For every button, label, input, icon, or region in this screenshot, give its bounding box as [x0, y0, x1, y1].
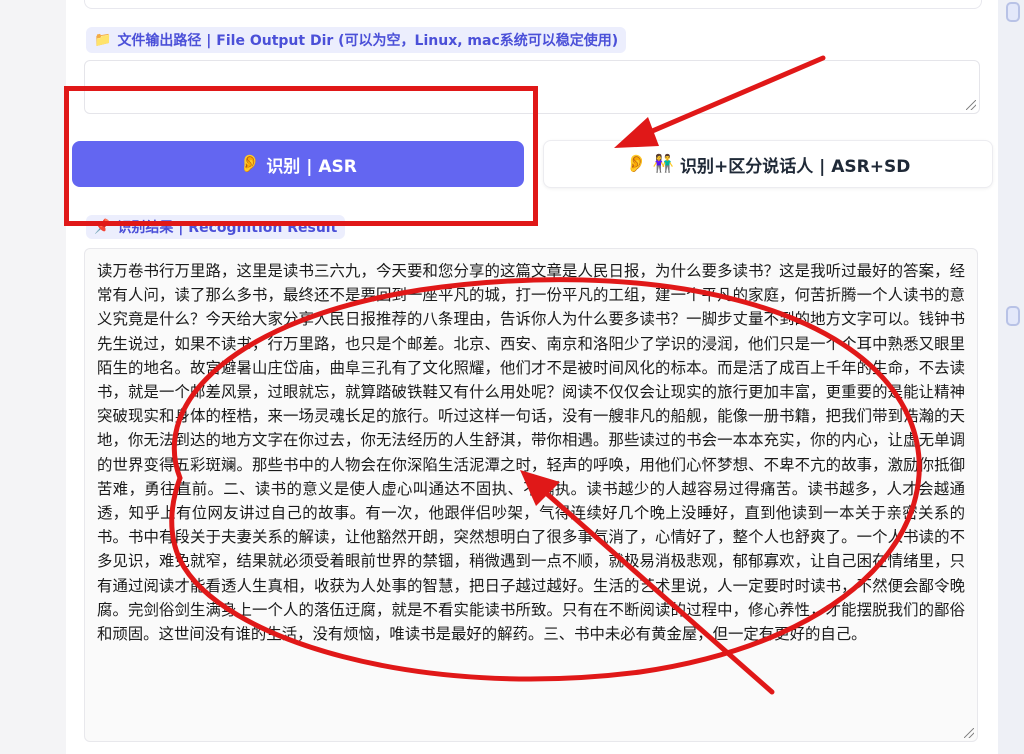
right-edge-rail [998, 0, 1024, 754]
ear-icon: 👂 [625, 154, 647, 174]
resize-handle-icon[interactable] [964, 728, 974, 738]
previous-field-edge [84, 0, 982, 9]
result-label: 📌 识别结果 | Recognition Result [86, 215, 346, 239]
file-output-label: 📁 文件输出路径 | File Output Dir (可以为空，Linux, … [86, 27, 627, 53]
pushpin-icon: 📌 [94, 219, 112, 235]
ear-icon: 👂 [239, 154, 261, 174]
recognition-result-textarea[interactable]: 读万卷书行万里路，这里是读书三六九，今天要和您分享的这篇文章是人民日报，为什么要… [84, 248, 978, 742]
resize-handle-icon[interactable] [966, 100, 976, 110]
asr-button[interactable]: 👂 识别 | ASR [72, 141, 524, 187]
rail-marker-icon [1006, 306, 1020, 326]
recognition-result-text: 读万卷书行万里路，这里是读书三六九，今天要和您分享的这篇文章是人民日报，为什么要… [97, 262, 965, 644]
asr-sd-button[interactable]: 👂 👫 识别+区分说话人 | ASR+SD [543, 140, 993, 188]
folder-icon: 📁 [94, 32, 112, 48]
rail-marker-icon [1006, 2, 1020, 22]
people-icon: 👫 [652, 154, 674, 174]
file-output-dir-input[interactable] [84, 60, 980, 114]
